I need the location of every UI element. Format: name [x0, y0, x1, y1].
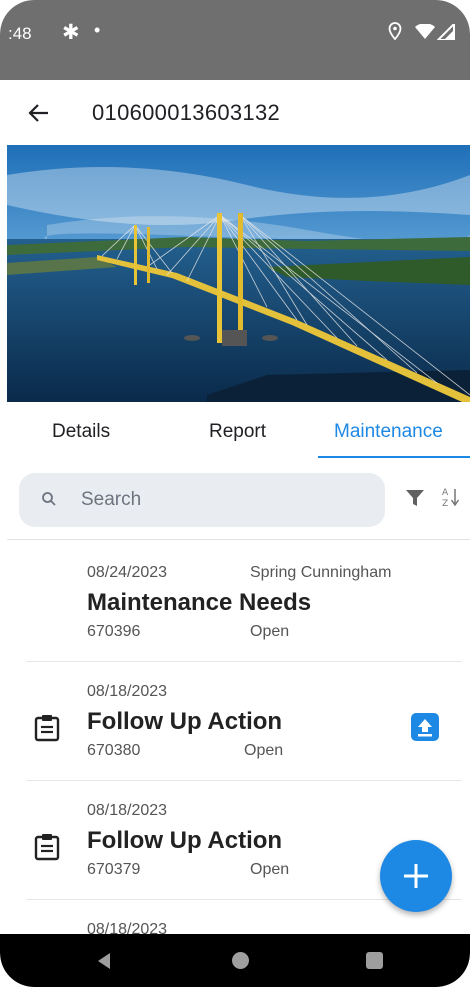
item-title: Maintenance Needs [87, 589, 312, 616]
upload-icon[interactable] [411, 713, 439, 741]
search-input[interactable]: Search [19, 473, 385, 527]
list-divider [26, 661, 462, 662]
search-placeholder: Search [81, 489, 142, 510]
plus-icon [404, 864, 428, 888]
nav-recents-icon[interactable] [366, 952, 383, 969]
nav-home-icon[interactable] [232, 952, 249, 969]
item-status: Open [250, 861, 290, 878]
back-arrow-icon[interactable] [26, 100, 52, 126]
signal-icon [435, 21, 455, 45]
list-item[interactable]: 08/18/2023 [0, 909, 470, 934]
sort-az-icon[interactable]: A Z [442, 486, 460, 510]
app-header: 010600013603132 [0, 80, 470, 145]
item-date: 08/18/2023 [87, 921, 168, 934]
add-button[interactable] [380, 840, 452, 912]
item-number: 670379 [87, 861, 141, 878]
tab-report[interactable]: Report [209, 421, 266, 443]
list-item[interactable]: 08/18/2023 Follow Up Action 670380 Open [0, 671, 470, 789]
location-icon [388, 22, 402, 45]
item-number: 670396 [87, 623, 141, 640]
item-number: 670380 [87, 742, 141, 759]
item-status: Open [250, 623, 290, 640]
item-status: Open [244, 742, 284, 759]
item-date: 08/18/2023 [87, 683, 168, 700]
item-assignee: Spring Cunningham [250, 564, 392, 581]
gear-icon: ✱ [62, 21, 80, 44]
wifi-icon [415, 23, 435, 45]
svg-text:Z: Z [442, 499, 448, 508]
tab-details[interactable]: Details [52, 421, 110, 443]
clipboard-icon [34, 833, 60, 866]
hero-bridge-image [7, 145, 470, 402]
page-title: 010600013603132 [92, 100, 281, 125]
item-title: Follow Up Action [87, 708, 283, 735]
list-item[interactable]: 08/24/2023 Spring Cunningham Maintenance… [0, 552, 470, 670]
tab-maintenance[interactable]: Maintenance [334, 421, 443, 443]
search-row: Search A Z [0, 468, 470, 540]
tab-bar: Details Report Maintenance [0, 408, 470, 458]
list-divider [26, 780, 462, 781]
item-date: 08/24/2023 [87, 564, 168, 581]
system-nav-bar [0, 934, 470, 987]
status-bar: :48 ✱ • [0, 0, 470, 80]
search-icon [41, 491, 57, 512]
item-date: 08/18/2023 [87, 802, 168, 819]
active-tab-indicator [318, 456, 470, 458]
clipboard-icon [34, 714, 60, 747]
search-divider [7, 539, 470, 540]
filter-icon[interactable] [406, 490, 424, 511]
svg-text:A: A [442, 488, 449, 498]
nav-back-icon[interactable] [96, 952, 112, 975]
item-title: Follow Up Action [87, 827, 283, 854]
status-time: :48 [8, 24, 32, 43]
notification-dot: • [94, 20, 101, 40]
phone-screen: :48 ✱ • 010600013603132 Details Report M… [0, 0, 470, 987]
